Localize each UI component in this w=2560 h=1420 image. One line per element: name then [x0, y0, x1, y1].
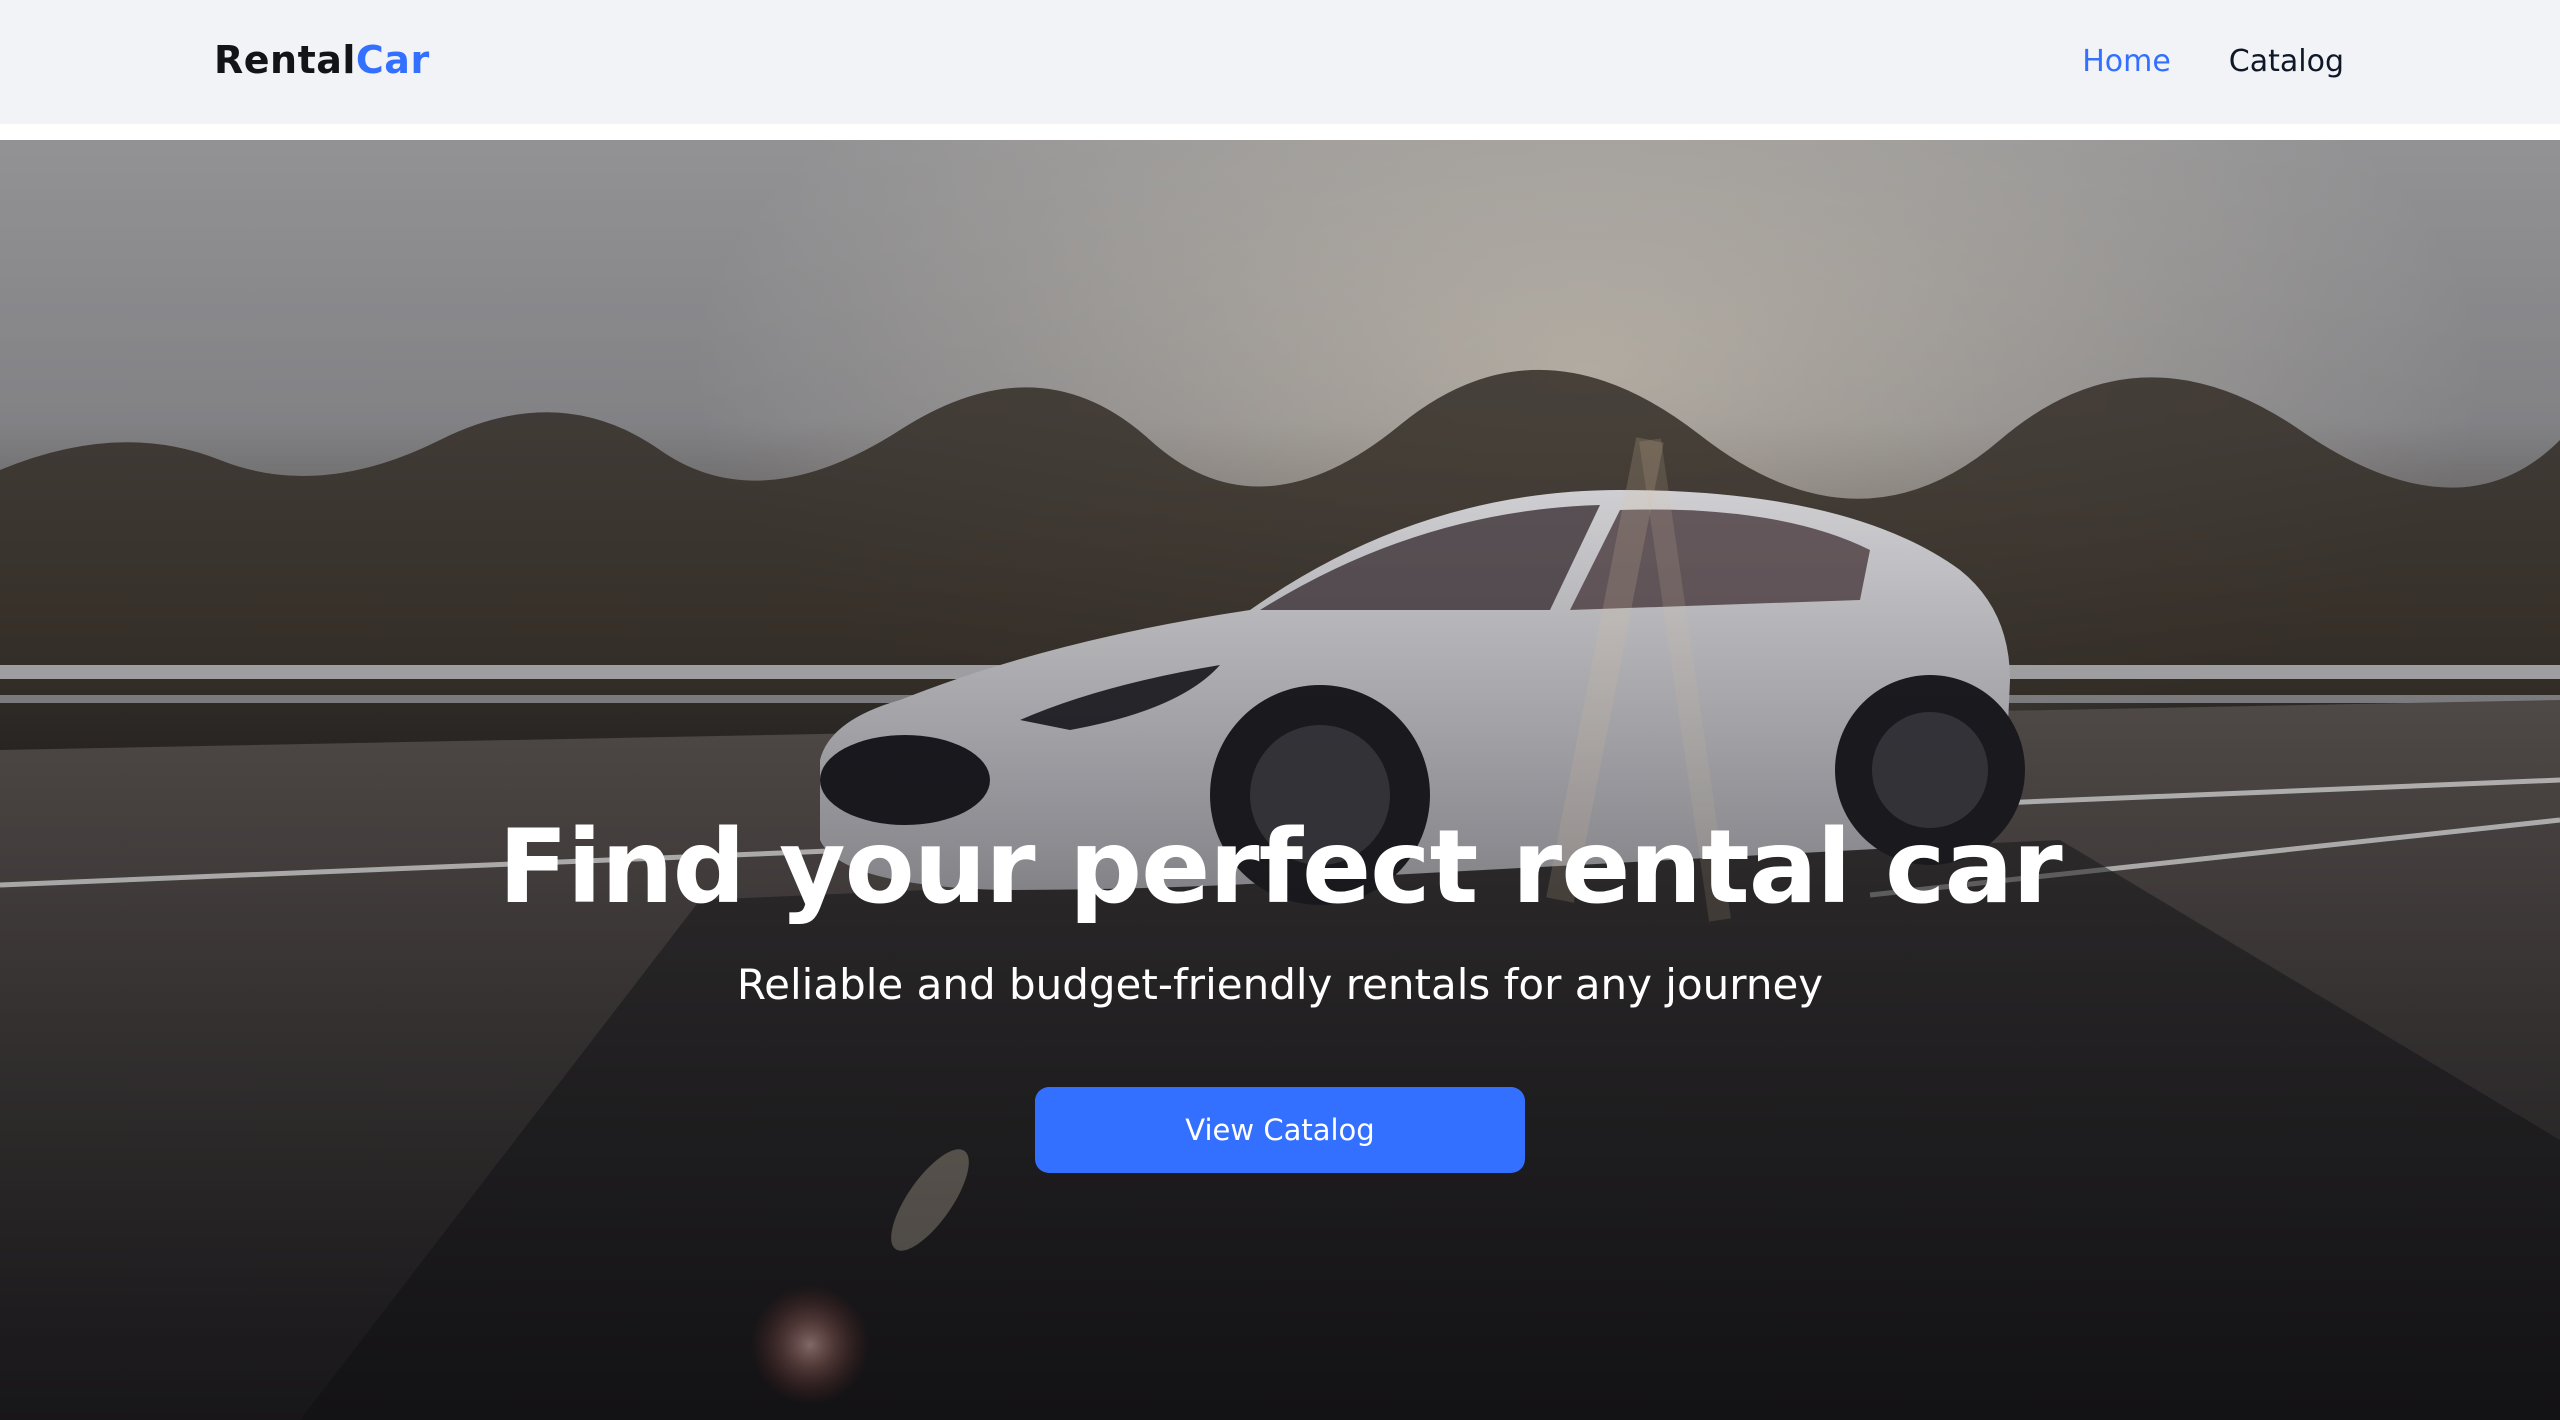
site-header: RentalCar Home Catalog — [0, 0, 2560, 132]
nav-link-catalog[interactable]: Catalog — [2229, 44, 2344, 79]
logo-accent-text: Car — [355, 38, 430, 82]
logo-text: Rental — [214, 38, 356, 82]
hero-section — [0, 140, 2560, 1420]
logo[interactable]: RentalCar — [214, 38, 430, 82]
main-nav: Home Catalog — [2082, 44, 2344, 79]
hero-subtitle: Reliable and budget-friendly rentals for… — [736, 960, 1824, 1009]
hero-overlay — [0, 140, 2560, 1420]
hero-title: Find your perfect rental car — [498, 808, 2062, 927]
view-catalog-button[interactable]: View Catalog — [1035, 1087, 1525, 1173]
nav-link-home[interactable]: Home — [2082, 44, 2171, 79]
